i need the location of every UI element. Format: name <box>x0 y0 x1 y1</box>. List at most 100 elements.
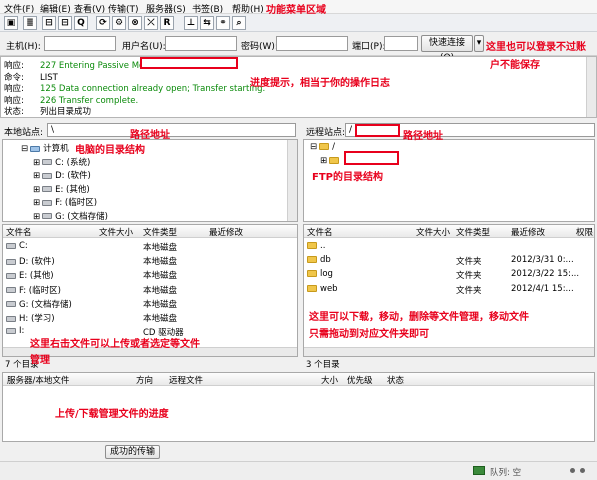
username-input[interactable] <box>165 36 237 51</box>
folder-icon <box>307 242 317 249</box>
toolbar: ▣ ≣ ⊟ ⊟ Q ⟳ ⚙ ⊗ ⤫ R ⊥ ⇆ ⚭ ⌕ <box>0 14 597 32</box>
redaction-box <box>355 124 400 137</box>
password-input[interactable] <box>276 36 348 51</box>
tree-item-label: D: (软件) <box>55 171 91 181</box>
column-header[interactable]: 远程文件 <box>169 374 203 386</box>
column-header[interactable]: 方向 <box>136 374 153 386</box>
column-header[interactable]: 文件类型 <box>143 226 177 238</box>
log-text: 227 Entering Passive Mode <box>40 61 155 71</box>
log-text: 226 Transfer complete. <box>40 95 139 106</box>
file-name: db <box>320 255 331 266</box>
cancel-icon[interactable]: ⊗ <box>128 16 142 30</box>
expand-icon[interactable]: ⊞ <box>33 198 40 208</box>
tree-item[interactable]: ⊞ F: (临时区) <box>33 196 97 208</box>
refresh-icon[interactable]: ⟳ <box>96 16 110 30</box>
column-header[interactable]: 文件大小 <box>99 226 133 238</box>
folder-icon <box>307 284 317 292</box>
password-label: 密码(W): <box>241 42 278 52</box>
annotation-quick-login-2: 户不能保存 <box>490 60 540 71</box>
remote-list-hscrollbar[interactable] <box>304 347 594 356</box>
file-type: 本地磁盘 <box>143 285 178 296</box>
toggle-queue-icon[interactable]: Q <box>74 16 88 30</box>
column-header[interactable]: 文件名 <box>6 226 32 238</box>
remote-site-label: 远程站点: <box>306 128 346 138</box>
annotation-menu-area: 功能菜单区域 <box>266 5 326 16</box>
expand-icon[interactable]: ⊞ <box>33 212 40 222</box>
column-header[interactable]: 文件大小 <box>416 226 450 238</box>
column-header[interactable]: 服务器/本地文件 <box>7 374 69 386</box>
folder-icon <box>307 256 317 264</box>
column-header[interactable]: 优先级 <box>347 374 373 386</box>
annotation-remote-list-2: 只需拖动到对应文件夹即可 <box>309 329 429 340</box>
file-type: 文件夹 <box>456 257 482 268</box>
file-type: 文件夹 <box>456 285 482 296</box>
column-header[interactable]: 权限 <box>576 226 593 238</box>
disconnect-icon[interactable]: ⤫ <box>144 16 158 30</box>
quickconnect-button[interactable]: 快速连接(Q) <box>421 35 473 63</box>
tree-item-label: G: (文档存储) <box>55 211 108 222</box>
column-header[interactable]: 最近修改 <box>209 226 243 238</box>
tree-item[interactable]: ⊞ <box>320 156 342 166</box>
column-header[interactable]: 文件类型 <box>456 226 490 238</box>
tab-successful-transfers[interactable]: 成功的传输 <box>105 445 160 459</box>
drive-icon <box>42 213 53 219</box>
column-header[interactable]: 状态 <box>387 374 404 386</box>
table-row[interactable]: .. <box>307 241 587 251</box>
local-path-input[interactable]: \ <box>47 123 296 137</box>
reconnect-icon[interactable]: R <box>160 16 174 30</box>
quickconnect-dropdown[interactable]: ▾ <box>474 35 484 52</box>
process-queue-icon[interactable]: ⚙ <box>112 16 126 30</box>
status-bar: 队列: 空 <box>0 461 597 480</box>
tree-item[interactable]: ⊟ 计算机 <box>21 142 69 154</box>
redaction-box <box>140 57 238 69</box>
log-scrollbar[interactable] <box>586 57 596 117</box>
sync-browse-icon[interactable]: ⚭ <box>216 16 230 30</box>
log-type: 状态: <box>4 107 24 117</box>
annotation-local-list-2: 管理 <box>30 355 50 366</box>
port-input[interactable] <box>384 36 418 51</box>
queue-status-text: 队列: 空 <box>490 468 522 478</box>
drive-icon <box>6 272 16 279</box>
drive-icon <box>6 287 16 294</box>
tree-item[interactable]: ⊞ C: (系统) <box>33 156 90 168</box>
site-manager-icon[interactable]: ▣ <box>4 16 18 30</box>
drive-icon <box>6 258 16 265</box>
log-text: LIST <box>40 72 58 83</box>
filter-icon[interactable]: ⊥ <box>184 16 198 30</box>
search-icon[interactable]: ⌕ <box>232 16 246 30</box>
expand-icon[interactable]: ⊟ <box>21 144 28 154</box>
column-header[interactable]: 大小 <box>321 374 338 386</box>
tree-item[interactable]: ⊞ G: (文档存储) <box>33 210 108 222</box>
column-header[interactable]: 文件名 <box>307 226 333 238</box>
annotation-remote-tree: FTP的目录结构 <box>312 172 383 183</box>
file-name: C: <box>19 241 28 251</box>
annotation-remote-path: 路径地址 <box>403 131 443 142</box>
host-input[interactable] <box>44 36 116 51</box>
file-name: H: (学习) <box>19 314 55 324</box>
log-type: 命令: <box>4 72 24 83</box>
expand-icon[interactable]: ⊞ <box>33 185 40 195</box>
annotation-queue-hint: 上传/下载管理文件的进度 <box>55 409 169 420</box>
expand-icon[interactable]: ⊟ <box>310 142 317 152</box>
expand-icon[interactable]: ⊞ <box>33 171 40 181</box>
toggle-local-tree-icon[interactable]: ⊟ <box>42 16 56 30</box>
file-modified: 2012/3/31 0:... <box>511 255 574 266</box>
file-name: web <box>320 283 338 294</box>
local-tree: ⊟ 计算机 ⊞ C: (系统) ⊞ D: (软件) ⊞ E: (其他) ⊞ F: (临时区) ⊞ G:… <box>2 139 298 222</box>
port-label: 端口(P): <box>352 42 386 52</box>
file-name: E: (其他) <box>19 271 54 282</box>
tree-item[interactable]: ⊞ E: (其他) <box>33 183 90 195</box>
local-tree-scrollbar[interactable] <box>287 140 297 221</box>
expand-icon[interactable]: ⊞ <box>33 158 40 168</box>
toggle-remote-tree-icon[interactable]: ⊟ <box>58 16 72 30</box>
tree-item[interactable]: ⊟ / <box>310 142 335 152</box>
toggle-log-icon[interactable]: ≣ <box>23 16 37 30</box>
column-header[interactable]: 最近修改 <box>511 226 545 238</box>
file-modified: 2012/3/22 15:... <box>511 269 580 280</box>
queue-header: 服务器/本地文件 方向 远程文件 大小 优先级 状态 <box>3 373 594 386</box>
folder-icon <box>329 156 340 164</box>
tree-item[interactable]: ⊞ D: (软件) <box>33 169 91 181</box>
expand-icon[interactable]: ⊞ <box>320 156 327 166</box>
log-line: 响应: 125 Data connection already open; Tra… <box>4 82 265 94</box>
compare-icon[interactable]: ⇆ <box>200 16 214 30</box>
